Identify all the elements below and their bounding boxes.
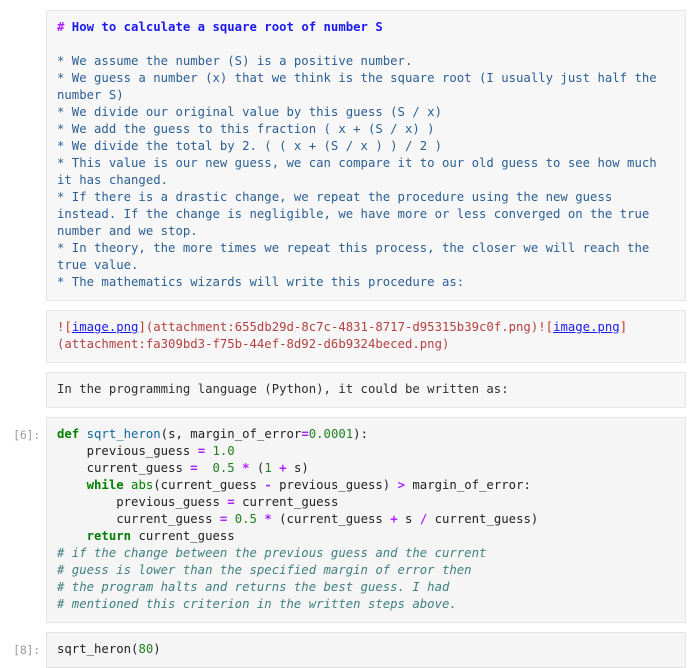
markdown-line-4: * We add the guess to this fraction ( x …: [57, 122, 435, 136]
code-token: def: [57, 427, 87, 441]
code-token: =: [227, 495, 235, 509]
markdown-line-6: * This value is our new guess, we can co…: [57, 156, 665, 187]
code-token: -: [264, 478, 272, 492]
code-token: sqrt_heron: [57, 642, 132, 656]
markdown-line-5: * We divide the total by 2. ( ( x + (S /…: [57, 139, 442, 153]
notebook-cell-intro-sentence[interactable]: In the programming language (Python), it…: [0, 372, 694, 408]
code-token: >: [397, 478, 405, 492]
code-token: 1: [264, 461, 272, 475]
markdown-line-8: * In theory, the more times we repeat th…: [57, 241, 657, 272]
bracket-close-1: ]: [138, 320, 146, 334]
code-token: =: [301, 427, 309, 441]
code-token: +: [390, 512, 398, 526]
markdown-sentence-body[interactable]: In the programming language (Python), it…: [46, 372, 686, 408]
notebook-cell-code-call[interactable]: [8]: sqrt_heron(80): [0, 632, 694, 668]
code-token: 1.0: [212, 444, 235, 458]
code-token: 0.0001: [308, 427, 354, 441]
cell-prompt: [0, 372, 46, 382]
cell-prompt: [0, 310, 46, 320]
code-token: (: [249, 461, 265, 475]
markdown-source-body[interactable]: # How to calculate a square root of numb…: [46, 10, 686, 301]
markdown-heading-text: How to calculate a square root of number…: [64, 20, 383, 34]
code-input-body-6[interactable]: def sqrt_heron(s, margin_of_error=0.0001…: [46, 417, 686, 623]
notebook-cell-markdown-steps[interactable]: # How to calculate a square root of numb…: [0, 10, 694, 301]
bracket-close-2: ]: [619, 320, 628, 334]
markdown-image-links-text: ![image.png](attachment:655db29d-8c7c-48…: [57, 319, 675, 353]
code-token: (current_guess: [271, 512, 391, 526]
code-prompt-6: [6]:: [13, 428, 40, 442]
code-source-6[interactable]: def sqrt_heron(s, margin_of_error=0.0001…: [57, 426, 675, 613]
bracket-open-1: [: [64, 320, 72, 334]
code-token: # if the change between the previous gue…: [57, 546, 487, 560]
code-token: *: [264, 512, 272, 526]
code-token: +: [279, 461, 287, 475]
code-token: *: [242, 461, 250, 475]
markdown-sentence-text: In the programming language (Python), it…: [57, 382, 509, 396]
code-token: # mentioned this criterion in the writte…: [57, 597, 457, 611]
code-token: s: [397, 512, 420, 526]
cell-prompt: [0, 10, 46, 20]
code-token: current_guess: [116, 512, 220, 526]
code-token: 0.5: [234, 512, 257, 526]
markdown-line-9: * The mathematics wizards will write thi…: [57, 275, 465, 289]
markdown-line-7: * If there is a drastic change, we repea…: [57, 190, 657, 238]
markdown-line-2: * We guess a number (x) that we think is…: [57, 71, 665, 102]
image-attachment-target-2: (attachment:fa309bd3-f75b-44ef-8d92-d6b9…: [57, 337, 450, 351]
bracket-open-2: [: [545, 320, 554, 334]
markdown-image-links-body[interactable]: ![image.png](attachment:655db29d-8c7c-48…: [46, 310, 686, 363]
code-token: current_guess: [138, 529, 235, 543]
image-marker-bang-2: !: [538, 320, 546, 334]
code-token: # guess is lower than the specified marg…: [57, 563, 472, 577]
code-token: previous_guess): [271, 478, 398, 492]
code-token: (current_guess: [153, 478, 265, 492]
code-token: margin_of_error:: [405, 478, 531, 492]
code-token: ): [153, 642, 161, 656]
code-token: abs: [131, 478, 154, 492]
notebook-cell-code-sqrt-heron[interactable]: [6]: def sqrt_heron(s, margin_of_error=0…: [0, 417, 694, 623]
code-prompt-8: [8]:: [13, 643, 40, 657]
code-token: =: [197, 444, 206, 458]
code-token: # the program halts and returns the best…: [57, 580, 450, 594]
markdown-line-1: * We assume the number (S) is a positive…: [57, 54, 413, 68]
code-token: s): [286, 461, 309, 475]
image-link-text-2[interactable]: image.png: [553, 320, 620, 334]
markdown-source-text: # How to calculate a square root of numb…: [57, 19, 675, 291]
code-token: while: [86, 478, 132, 492]
image-attachment-target-1: (attachment:655db29d-8c7c-4831-8717-d953…: [145, 320, 539, 334]
code-token: previous_guess: [116, 495, 228, 509]
code-token: 80: [138, 642, 154, 656]
markdown-line-3: * We divide our original value by this g…: [57, 105, 442, 119]
code-token: (s, margin_of_error: [160, 427, 302, 441]
image-link-text-1[interactable]: image.png: [72, 320, 139, 334]
code-token: 0.5: [212, 461, 235, 475]
code-token: previous_guess: [86, 444, 198, 458]
code-token: current_guess): [427, 512, 539, 526]
code-token: ):: [353, 427, 368, 441]
code-token: sqrt_heron: [86, 427, 161, 441]
code-token: =: [190, 461, 198, 475]
code-input-body-8[interactable]: sqrt_heron(80): [46, 632, 686, 668]
code-source-8[interactable]: sqrt_heron(80): [57, 641, 675, 658]
notebook-cell-image-attachments[interactable]: ![image.png](attachment:655db29d-8c7c-48…: [0, 310, 694, 363]
code-token: current_guess: [86, 461, 191, 475]
jupyter-notebook: # How to calculate a square root of numb…: [0, 0, 694, 668]
code-token: current_guess: [234, 495, 339, 509]
code-token: return: [86, 529, 139, 543]
